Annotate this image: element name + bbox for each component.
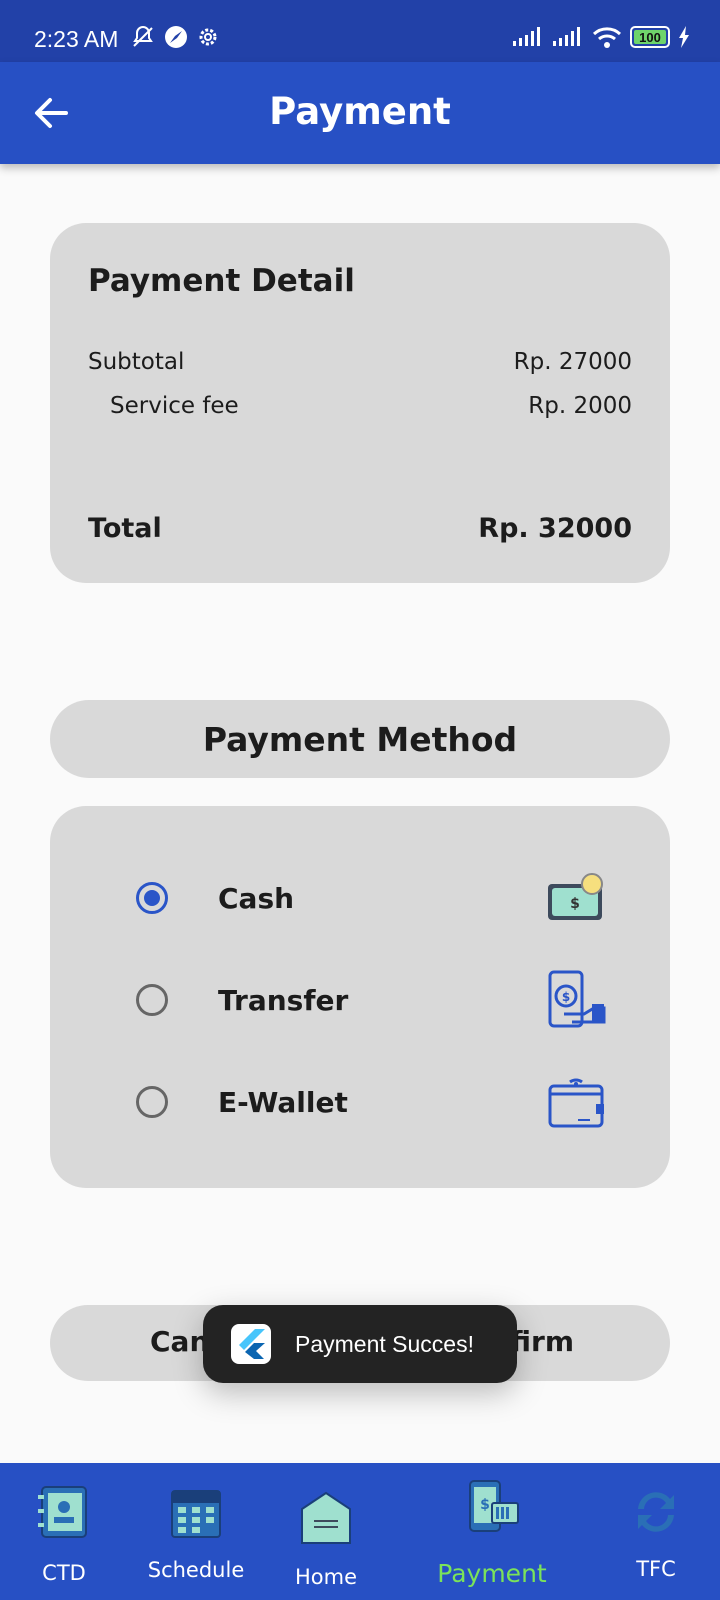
svg-text:$: $: [562, 990, 570, 1004]
svg-text:$: $: [480, 1497, 490, 1513]
payment-icon: $: [469, 1480, 519, 1532]
payment-detail-card: Payment Detail Subtotal Rp. 27000 Servic…: [50, 223, 670, 583]
service-fee-value: Rp. 2000: [528, 393, 632, 419]
payment-option-label: E-Wallet: [218, 1085, 348, 1119]
nav-label: CTD: [42, 1561, 86, 1585]
toast-message: Payment Succes!: [295, 1330, 474, 1357]
payment-option-label: Cash: [218, 881, 295, 915]
payment-method-header: Payment Method: [50, 700, 670, 778]
settings-icon: [199, 28, 217, 46]
nav-item-schedule[interactable]: Schedule: [136, 1463, 256, 1600]
compass-icon: [165, 26, 187, 48]
nav-item-tfc[interactable]: TFC: [596, 1463, 716, 1600]
notification-off-icon: [133, 25, 153, 47]
subtotal-label: Subtotal: [88, 349, 185, 375]
payment-option-cash[interactable]: Cash $: [50, 868, 670, 928]
flutter-logo-icon: [231, 1324, 271, 1364]
radio-button[interactable]: [136, 984, 168, 1016]
payment-option-ewallet[interactable]: E-Wallet: [50, 1072, 670, 1132]
radio-button[interactable]: [136, 1086, 168, 1118]
cash-icon: $: [548, 873, 603, 920]
status-time: 2:23 AM: [34, 26, 119, 52]
wallet-icon: [548, 1078, 604, 1128]
nav-label: Schedule: [147, 1558, 245, 1582]
payment-option-transfer[interactable]: Transfer $: [50, 970, 670, 1030]
nav-label: Home: [294, 1565, 357, 1589]
wifi-icon: [592, 27, 622, 48]
transfer-icon: $: [548, 970, 606, 1028]
page-title: Payment: [269, 90, 451, 133]
bottom-navigation: CTD Schedule Home $ Payment TFC: [0, 1463, 720, 1600]
signal-icon: [513, 27, 540, 46]
subtotal-row: Subtotal Rp. 27000: [88, 349, 632, 375]
home-icon: [301, 1491, 351, 1544]
nav-item-payment[interactable]: $ Payment: [432, 1463, 552, 1600]
sync-icon: [638, 1492, 674, 1532]
nav-label: Payment: [437, 1559, 547, 1588]
subtotal-value: Rp. 27000: [513, 349, 632, 375]
status-bar: 2:23 AM 100: [0, 0, 720, 62]
nav-item-home[interactable]: Home: [266, 1463, 386, 1600]
battery-icon: 100: [630, 26, 670, 48]
app-bar: Payment: [0, 62, 720, 164]
nav-label: TFC: [636, 1557, 676, 1581]
contacts-icon: [38, 1486, 87, 1538]
signal-icon: [553, 27, 580, 46]
toast-notification: Payment Succes!: [203, 1305, 517, 1383]
service-fee-row: Service fee Rp. 2000: [88, 393, 632, 419]
total-label: Total: [88, 513, 162, 544]
total-value: Rp. 32000: [478, 513, 632, 544]
calendar-icon: [171, 1490, 221, 1538]
total-row: Total Rp. 32000: [88, 513, 632, 544]
status-right-icons: 100: [512, 26, 690, 48]
battery-level: 100: [639, 29, 661, 45]
radio-button-selected[interactable]: [136, 882, 168, 914]
charging-icon: [679, 26, 689, 48]
nav-item-ctd[interactable]: CTD: [4, 1463, 124, 1600]
payment-detail-title: Payment Detail: [88, 263, 355, 299]
payment-method-options: Cash $ Transfer $ E-Wallet: [50, 806, 670, 1188]
status-left-icons: [130, 24, 220, 50]
cancel-button[interactable]: Can: [150, 1325, 209, 1358]
service-fee-label: Service fee: [110, 393, 239, 419]
svg-text:$: $: [570, 896, 580, 912]
payment-option-label: Transfer: [218, 983, 349, 1017]
